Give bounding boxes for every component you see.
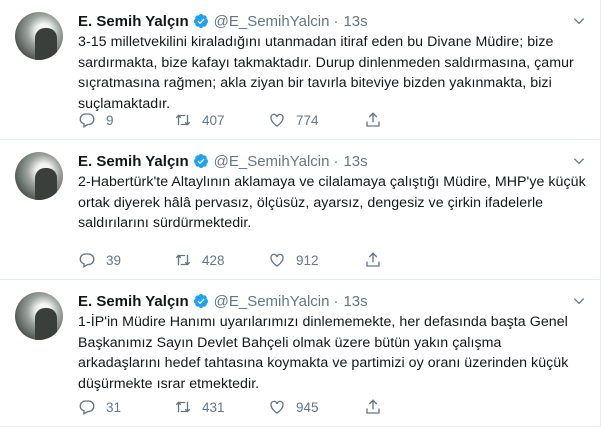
like-icon xyxy=(270,113,284,127)
author-handle[interactable]: @E_SemihYalcin xyxy=(214,13,330,30)
tweet[interactable]: E. Semih Yalçın @E_SemihYalcin · 13s 1-İ… xyxy=(0,280,600,427)
reply-count: 39 xyxy=(106,252,122,268)
share-button[interactable] xyxy=(364,398,382,416)
tweet-header: E. Semih Yalçın @E_SemihYalcin · 13s xyxy=(78,291,586,311)
retweet-icon xyxy=(175,401,191,413)
tweet-time[interactable]: 13s xyxy=(343,153,367,170)
author-name[interactable]: E. Semih Yalçın xyxy=(78,153,189,170)
share-icon xyxy=(366,399,380,414)
reply-icon xyxy=(79,400,95,415)
like-button[interactable]: 774 xyxy=(268,111,364,129)
share-icon xyxy=(366,252,380,267)
author-handle[interactable]: @E_SemihYalcin xyxy=(214,153,330,170)
tweet-time[interactable]: 13s xyxy=(343,13,367,30)
like-button[interactable]: 945 xyxy=(268,398,364,416)
like-icon xyxy=(270,400,284,414)
tweet-feed: E. Semih Yalçın @E_SemihYalcin · 13s 3-1… xyxy=(0,0,601,427)
like-count: 774 xyxy=(296,112,319,128)
caret-down-icon[interactable] xyxy=(572,154,586,168)
tweet-text: 1-İP'in Müdire Hanımı uyarılarımızı dinl… xyxy=(78,314,569,392)
tweet-actions: 31 431 945 xyxy=(78,398,382,416)
share-button[interactable] xyxy=(364,111,382,129)
author-name[interactable]: E. Semih Yalçın xyxy=(78,13,189,30)
separator-dot: · xyxy=(333,152,339,170)
tweet-text: 3-15 milletvekilini kiraladığını utanmad… xyxy=(78,34,574,112)
tweet[interactable]: E. Semih Yalçın @E_SemihYalcin · 13s 2-H… xyxy=(0,140,600,280)
avatar[interactable] xyxy=(15,292,63,340)
tweet-text: 2-Habertürk'te Altaylının aklamaya ve ci… xyxy=(78,174,586,231)
like-count: 912 xyxy=(296,252,319,268)
like-count: 945 xyxy=(296,399,319,415)
reply-icon xyxy=(79,113,95,128)
reply-button[interactable]: 31 xyxy=(78,398,174,416)
retweet-button[interactable]: 431 xyxy=(174,398,268,416)
share-button[interactable] xyxy=(364,251,382,269)
reply-count: 31 xyxy=(106,399,122,415)
tweet-time[interactable]: 13s xyxy=(343,293,367,310)
verified-icon xyxy=(193,294,208,308)
separator-dot: · xyxy=(333,12,339,30)
caret-down-icon[interactable] xyxy=(572,14,586,28)
separator-dot: · xyxy=(333,292,339,310)
reply-button[interactable]: 39 xyxy=(78,251,174,269)
author-handle[interactable]: @E_SemihYalcin xyxy=(214,293,330,310)
retweet-button[interactable]: 407 xyxy=(174,111,268,129)
retweet-count: 407 xyxy=(202,112,225,128)
avatar[interactable] xyxy=(15,12,63,60)
retweet-button[interactable]: 428 xyxy=(174,251,268,269)
share-icon xyxy=(366,112,380,127)
tweet-actions: 39 428 912 xyxy=(78,251,382,269)
retweet-count: 431 xyxy=(202,399,225,415)
reply-icon xyxy=(79,253,95,268)
reply-button[interactable]: 9 xyxy=(78,111,174,129)
caret-down-icon[interactable] xyxy=(572,294,586,308)
retweet-icon xyxy=(175,254,191,266)
verified-icon xyxy=(193,154,208,168)
author-name[interactable]: E. Semih Yalçın xyxy=(78,293,189,310)
like-icon xyxy=(270,253,284,267)
avatar[interactable] xyxy=(15,152,63,200)
verified-icon xyxy=(193,14,208,28)
tweet-header: E. Semih Yalçın @E_SemihYalcin · 13s xyxy=(78,151,586,171)
tweet[interactable]: E. Semih Yalçın @E_SemihYalcin · 13s 3-1… xyxy=(0,0,600,140)
like-button[interactable]: 912 xyxy=(268,251,364,269)
tweet-actions: 9 407 774 xyxy=(78,111,382,129)
retweet-count: 428 xyxy=(202,252,225,268)
reply-count: 9 xyxy=(106,112,114,128)
retweet-icon xyxy=(175,114,191,126)
tweet-header: E. Semih Yalçın @E_SemihYalcin · 13s xyxy=(78,11,586,31)
